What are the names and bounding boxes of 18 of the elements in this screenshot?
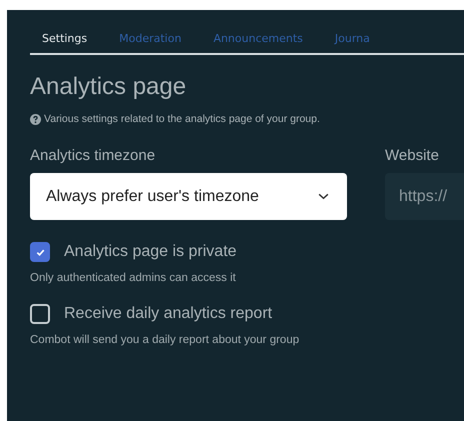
help-icon — [30, 114, 41, 124]
checkbox-label: Analytics page is private — [64, 243, 237, 261]
chevron-down-icon — [318, 193, 329, 200]
website-field[interactable]: https:// — [385, 173, 464, 220]
option-hint: Only authenticated admins can access it — [30, 272, 237, 284]
field-label: Analytics timezone — [30, 147, 156, 164]
option-hint: Combot will send you a daily report about your group — [30, 334, 300, 346]
checkbox[interactable] — [30, 304, 50, 324]
tab[interactable]: Announcements — [201, 26, 315, 53]
checkbox[interactable] — [30, 242, 50, 262]
section-title: Analytics page — [30, 73, 188, 101]
checkbox-label: Receive daily analytics report — [64, 305, 272, 323]
tab[interactable]: Settings — [30, 26, 100, 53]
section-description: Various settings related to the analytics page of your group. — [44, 113, 320, 125]
tab[interactable]: Moderation — [107, 26, 194, 53]
timezone-select[interactable]: Always prefer user's timezone — [30, 173, 347, 220]
field-label: Website — [385, 147, 440, 164]
tab[interactable]: Journa — [322, 26, 382, 53]
